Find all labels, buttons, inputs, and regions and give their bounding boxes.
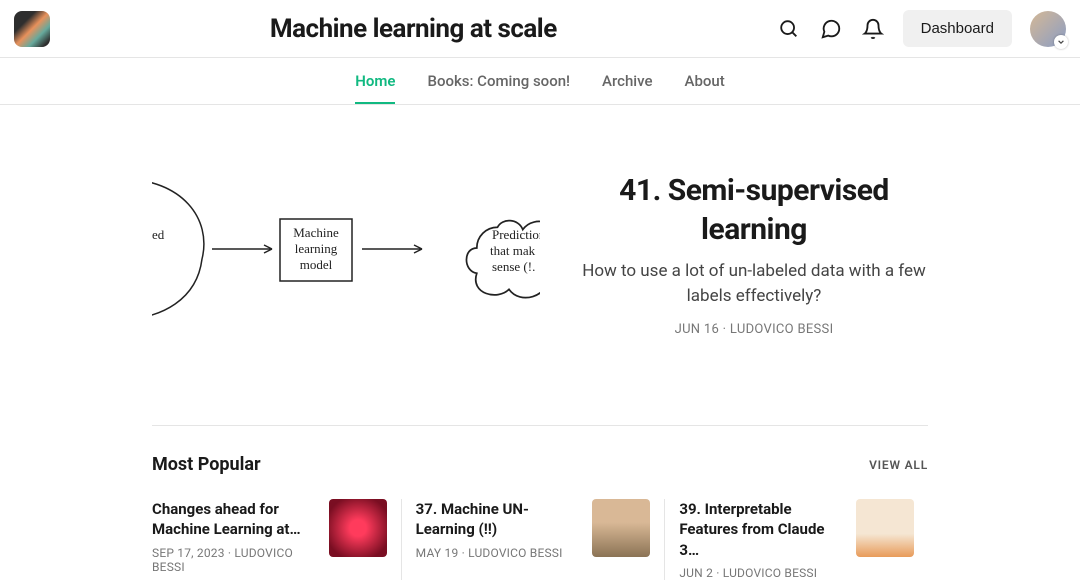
popular-thumbnail xyxy=(856,499,914,557)
diagram-node-label: that mak xyxy=(490,243,536,258)
featured-title: 41. Semi-supervised learning xyxy=(580,171,928,249)
popular-meta: MAY 19 · LUDOVICO BESSI xyxy=(416,546,583,560)
search-icon[interactable] xyxy=(777,17,801,41)
popular-card[interactable]: 37. Machine UN-Learning (!!) MAY 19 · LU… xyxy=(401,499,665,580)
chat-icon[interactable] xyxy=(819,17,843,41)
diagram-node-label: model xyxy=(300,257,333,272)
nav-about[interactable]: About xyxy=(685,58,725,104)
featured-author: LUDOVICO BESSI xyxy=(730,322,834,337)
dashboard-button[interactable]: Dashboard xyxy=(903,10,1012,47)
featured-post[interactable]: ed Machine learning model Prediction tha… xyxy=(152,159,928,349)
popular-thumbnail xyxy=(329,499,387,557)
user-menu[interactable] xyxy=(1030,11,1066,47)
popular-thumbnail xyxy=(592,499,650,557)
site-title[interactable]: Machine learning at scale xyxy=(270,14,557,44)
site-logo[interactable] xyxy=(14,11,50,47)
nav-archive[interactable]: Archive xyxy=(602,58,652,104)
diagram-node-label: learning xyxy=(295,241,338,256)
nav-home[interactable]: Home xyxy=(355,58,395,104)
view-all-link[interactable]: VIEW ALL xyxy=(869,458,928,472)
popular-card[interactable]: 39. Interpretable Features from Claude 3… xyxy=(664,499,928,580)
popular-card[interactable]: Changes ahead for Machine Learning at… S… xyxy=(152,499,401,580)
diagram-node-label: Prediction xyxy=(492,227,540,242)
bell-icon[interactable] xyxy=(861,17,885,41)
popular-title: 39. Interpretable Features from Claude 3… xyxy=(679,499,846,560)
featured-subtitle: How to use a lot of un-labeled data with… xyxy=(580,259,928,308)
nav-books[interactable]: Books: Coming soon! xyxy=(427,58,570,104)
most-popular-heading: Most Popular xyxy=(152,454,261,475)
featured-meta: JUN 16 · LUDOVICO BESSI xyxy=(580,322,928,337)
popular-meta: JUN 2 · LUDOVICO BESSI xyxy=(679,566,846,580)
popular-title: 37. Machine UN-Learning (!!) xyxy=(416,499,583,540)
chevron-down-icon xyxy=(1054,35,1068,49)
diagram-node-label: sense (!. xyxy=(492,259,535,274)
diagram-node-label: ed xyxy=(152,227,165,242)
popular-meta: SEP 17, 2023 · LUDOVICO BESSI xyxy=(152,546,319,574)
popular-title: Changes ahead for Machine Learning at… xyxy=(152,499,319,540)
featured-date: JUN 16 xyxy=(675,322,720,337)
diagram-node-label: Machine xyxy=(293,225,339,240)
featured-image: ed Machine learning model Prediction tha… xyxy=(152,159,540,349)
